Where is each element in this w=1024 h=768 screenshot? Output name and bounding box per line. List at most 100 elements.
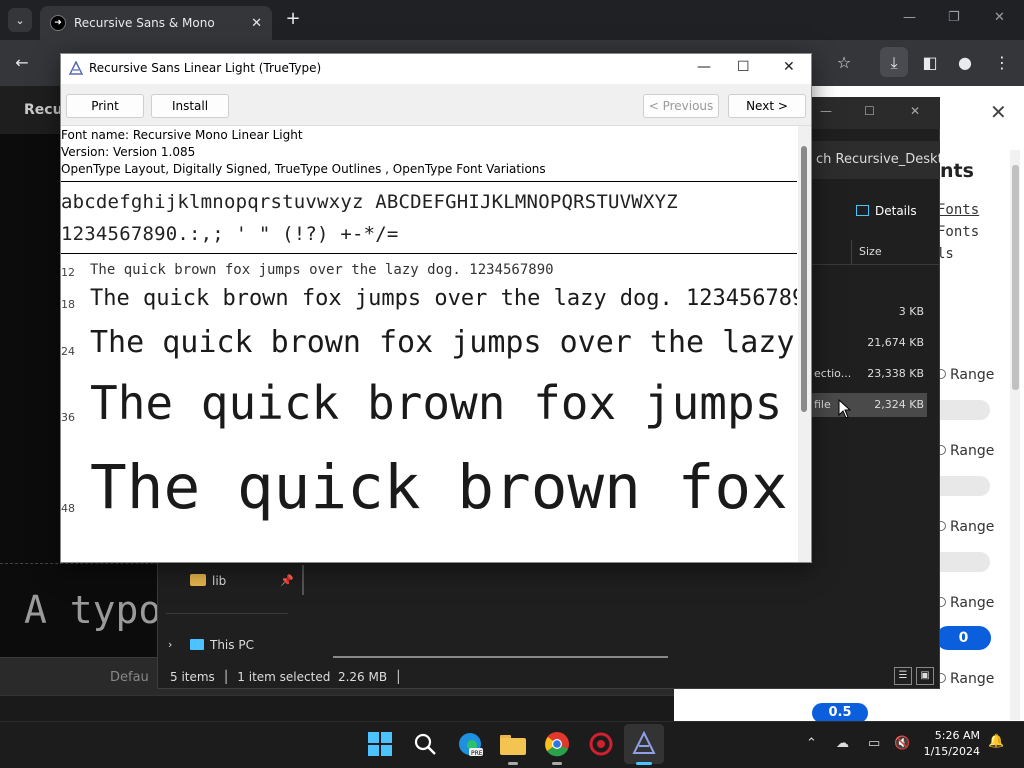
back-arrow-icon[interactable]: ← [10, 53, 34, 72]
nav-item-this-pc[interactable]: This PC [190, 638, 254, 652]
minimize-button[interactable]: — [697, 59, 711, 75]
font-name: Font name: Recursive Mono Linear Light [61, 128, 303, 142]
browser-tab[interactable]: ➜ Recursive Sans & Mono ✕ [40, 6, 272, 40]
range-label: Range [950, 595, 995, 611]
sample-size-label: 12 [61, 266, 75, 279]
explorer-close-button[interactable]: ✕ [910, 104, 920, 118]
file-size: 3 KB [898, 305, 924, 318]
clock-time[interactable]: 5:26 AM [918, 729, 980, 742]
chrome-browser-icon[interactable] [544, 731, 570, 757]
nav-item-label: This PC [210, 638, 254, 652]
edge-browser-icon[interactable]: PRE [457, 731, 483, 757]
size-column-header[interactable]: Size [859, 245, 882, 258]
close-window-button[interactable]: ✕ [994, 10, 1005, 25]
sample-text-24: The quick brown fox jumps over the lazy … [90, 325, 797, 360]
menu-dots-icon[interactable]: ⋮ [990, 53, 1014, 72]
computer-icon [190, 639, 204, 650]
chevron-right-icon[interactable]: › [168, 638, 172, 651]
sample-text-36: The quick brown fox jumps over the lazy … [90, 376, 797, 430]
page-bottom-strip [0, 695, 680, 721]
range-option[interactable]: Range [936, 519, 994, 535]
window-title: Recursive Sans Linear Light (TrueType) [89, 61, 322, 75]
arrow-right-icon: ➜ [50, 15, 66, 31]
details-view-button[interactable]: ☰ [894, 667, 912, 685]
range-option[interactable]: Range [936, 671, 994, 687]
print-button[interactable]: Print [66, 94, 144, 118]
details-pane-button[interactable]: Details [856, 204, 917, 218]
maximize-button[interactable]: ☐ [737, 59, 750, 75]
sample-size-label: 18 [61, 298, 75, 311]
range-label: Range [950, 367, 995, 383]
explorer-search-box[interactable]: ch Recursive_Deskto [812, 141, 940, 179]
close-button[interactable]: ✕ [783, 59, 795, 75]
chrome-running-indicator [552, 762, 562, 765]
notification-bell-icon[interactable]: 🔔 [988, 734, 1004, 749]
chevron-up-icon[interactable]: ⌃ [806, 736, 817, 751]
minimize-button[interactable]: — [903, 10, 916, 25]
value-badge[interactable]: 0 [936, 626, 991, 650]
tab-search-button[interactable]: ⌄ [8, 8, 32, 32]
panel-close-icon[interactable]: ✕ [990, 100, 1007, 124]
sample-text-18: The quick brown fox jumps over the lazy … [90, 286, 797, 311]
star-icon[interactable]: ☆ [832, 53, 856, 72]
folder-icon [190, 574, 206, 586]
network-icon[interactable]: ▭ [868, 736, 880, 751]
file-explorer-icon[interactable] [500, 733, 526, 755]
pin-icon[interactable]: 📌 [280, 574, 294, 587]
file-row[interactable]: ectio... 23,338 KB [812, 362, 927, 386]
range-option[interactable]: Range [936, 443, 994, 459]
explorer-maximize-button[interactable]: ☐ [864, 104, 875, 118]
font-viewer-active-indicator [636, 762, 652, 765]
panel-scrollbar-thumb[interactable] [1012, 165, 1019, 390]
selected-count: 1 item selected [237, 670, 331, 684]
next-button[interactable]: Next > [728, 94, 806, 118]
character-set-symbols: 1234567890.:,; ' " (!?) +-*/= [61, 223, 399, 245]
file-row-selected[interactable]: file 2,324 KB [812, 393, 927, 417]
file-name: ectio... [814, 367, 852, 380]
file-name: file [814, 398, 831, 411]
divider [61, 181, 797, 182]
font-viewer-window: Recursive Sans Linear Light (TrueType) —… [60, 53, 812, 563]
range-label: Range [950, 671, 995, 687]
tiles-view-button[interactable]: ▣ [916, 667, 934, 685]
site-title: Recu [24, 102, 63, 118]
restore-button[interactable]: ❐ [948, 10, 960, 25]
value-badge[interactable]: 0.5 [812, 703, 868, 723]
new-tab-button[interactable]: + [282, 8, 304, 30]
range-option[interactable]: Range [936, 595, 994, 611]
clock-date[interactable]: 1/15/2024 [918, 745, 980, 758]
selected-size: 2.26 MB [337, 670, 388, 684]
column-separator[interactable] [851, 240, 852, 264]
file-row[interactable]: 3 KB [812, 300, 927, 324]
antivirus-app-icon[interactable] [588, 731, 614, 757]
sample-text-12: The quick brown fox jumps over the lazy … [90, 262, 554, 278]
close-icon[interactable]: ✕ [251, 16, 262, 31]
volume-muted-icon[interactable]: 🔇 [894, 736, 910, 751]
chevron-down-icon: ⌄ [15, 13, 25, 27]
nav-separator [166, 613, 288, 614]
preview-scrollbar-thumb[interactable] [801, 146, 807, 412]
onedrive-icon[interactable]: ☁ [836, 736, 849, 751]
side-panel-icon[interactable]: ◧ [918, 53, 942, 72]
fonts-link[interactable]: Fonts [937, 202, 979, 218]
search-icon[interactable] [413, 732, 437, 756]
explorer-running-indicator [508, 762, 518, 765]
horizontal-scrollbar[interactable] [333, 656, 668, 658]
download-icon: ⤓ [890, 53, 898, 72]
svg-text:PRE: PRE [471, 750, 483, 757]
range-option[interactable]: Range [936, 367, 994, 383]
typo-sample-text: A typo [24, 588, 162, 632]
previous-button[interactable]: < Previous [643, 94, 719, 118]
windows-start-icon[interactable] [368, 732, 392, 756]
character-set-letters: abcdefghijklmnopqrstuvwxyz ABCDEFGHIJKLM… [61, 191, 678, 213]
details-icon [856, 205, 869, 216]
profile-icon[interactable]: ● [953, 53, 977, 72]
explorer-minimize-button[interactable]: — [820, 104, 832, 118]
install-button[interactable]: Install [151, 94, 229, 118]
file-row[interactable]: 21,674 KB [812, 331, 927, 355]
file-size: 23,338 KB [867, 367, 924, 380]
fonts-link-2[interactable]: Fonts [937, 224, 979, 240]
nav-resize-handle[interactable] [302, 565, 304, 595]
nav-item-lib[interactable]: lib [190, 574, 226, 588]
mouse-cursor-icon [838, 399, 852, 419]
